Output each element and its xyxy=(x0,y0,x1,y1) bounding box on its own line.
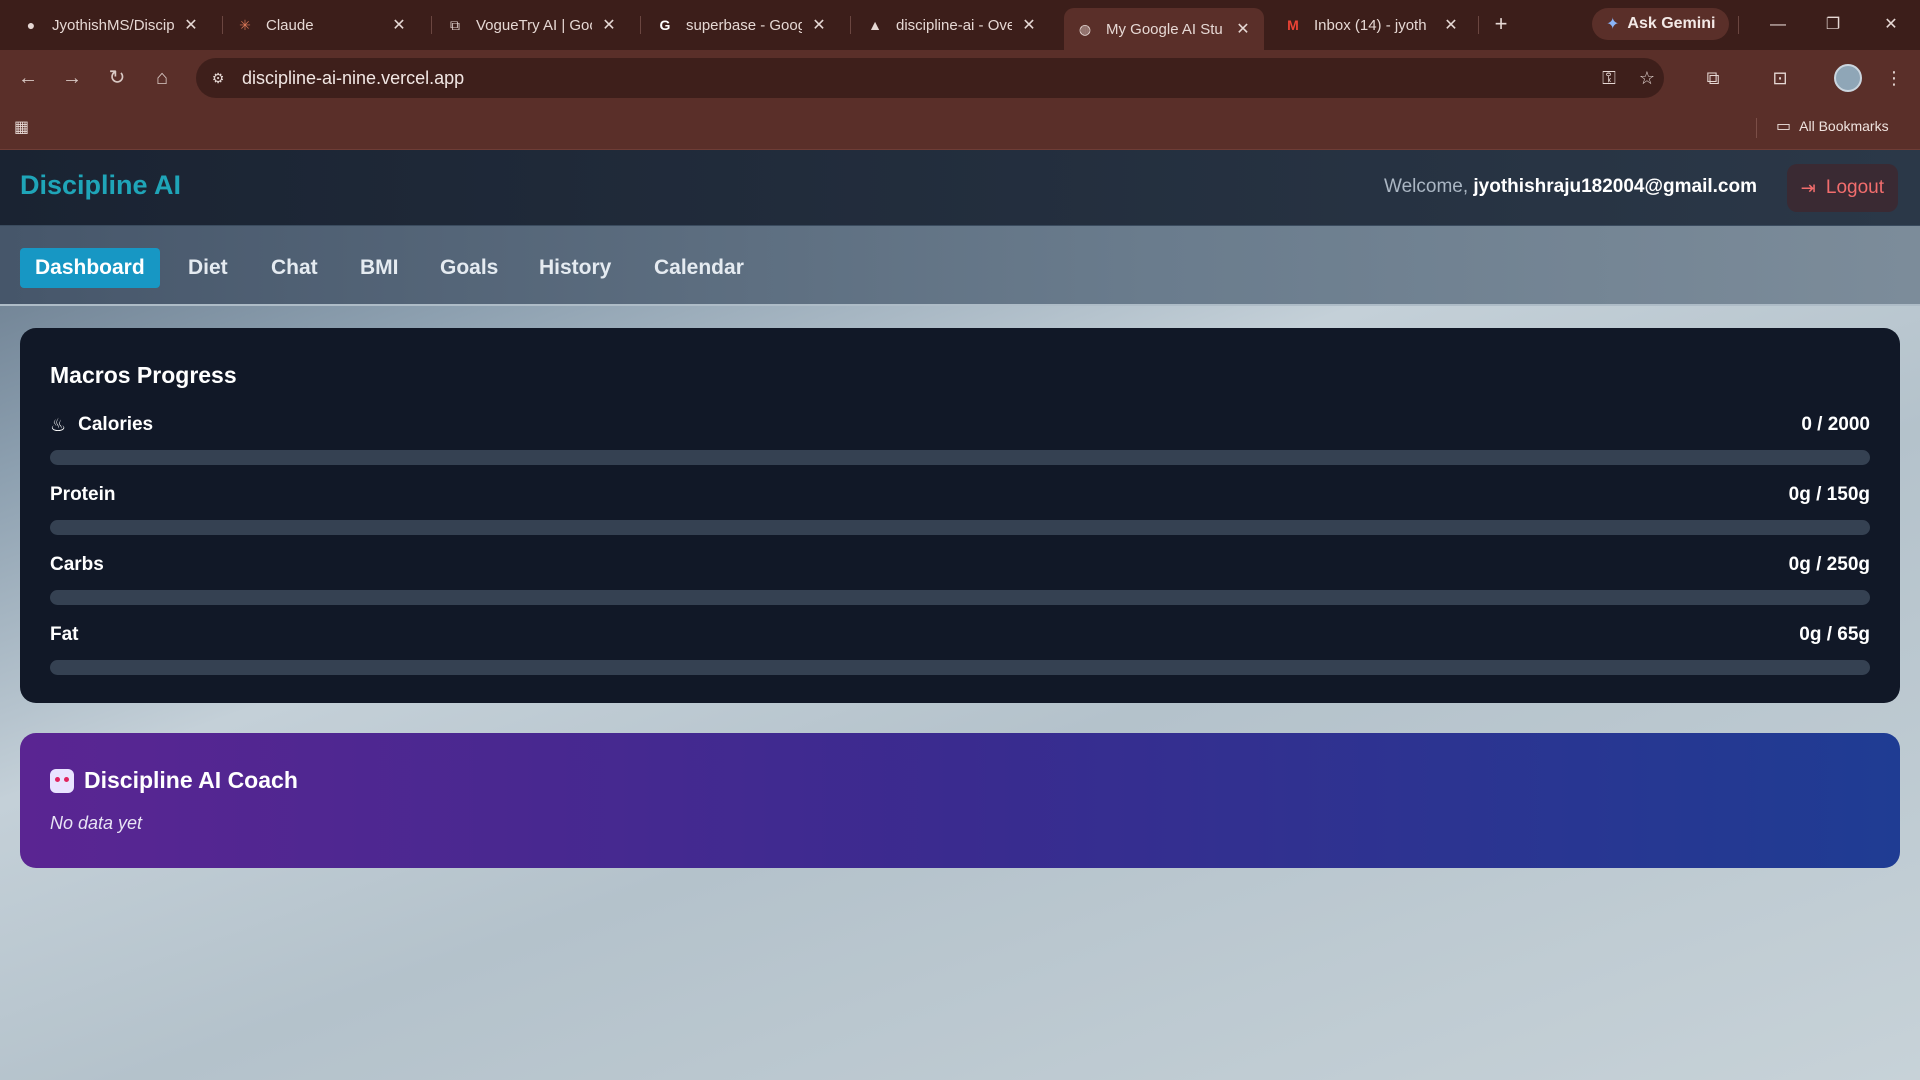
tab-title: superbase - Goog xyxy=(686,16,802,34)
all-bookmarks-label: All Bookmarks xyxy=(1799,118,1889,134)
macro-row-calories: ♨ Calories 0 / 2000 xyxy=(50,414,1870,465)
logout-button[interactable]: ⇥ Logout xyxy=(1786,164,1898,212)
logout-icon: ⇥ xyxy=(1800,177,1816,198)
coach-message: No data yet xyxy=(50,813,143,833)
tab-discipline-ai[interactable]: ▲ discipline-ai - Ove ✕ xyxy=(854,8,1050,42)
tab-github[interactable]: ● JyothishMS/Discip ✕ xyxy=(10,8,212,42)
folder-icon: ▭ xyxy=(1776,118,1792,135)
back-icon[interactable]: ← xyxy=(14,64,42,92)
welcome-prefix: Welcome, xyxy=(1384,176,1469,197)
ask-gemini-label: Ask Gemini xyxy=(1627,15,1716,32)
coach-title-text: Discipline AI Coach xyxy=(84,767,298,793)
address-bar[interactable]: ⚙ discipline-ai-nine.vercel.app ⚿ ☆ xyxy=(196,58,1664,98)
tab-google-ai-studio[interactable]: ◍ My Google AI Stu ✕ xyxy=(1064,8,1264,50)
close-icon[interactable]: ✕ xyxy=(600,15,618,35)
gemini-icon: ✦ xyxy=(1606,16,1620,33)
macros-title: Macros Progress xyxy=(50,362,237,388)
close-window-icon[interactable]: ✕ xyxy=(1876,10,1906,40)
profile-avatar[interactable] xyxy=(1834,64,1862,92)
macro-value: 0 / 2000 xyxy=(1801,414,1870,435)
macro-progress-bar xyxy=(50,660,1870,675)
macro-progress-bar xyxy=(50,450,1870,465)
tab-claude[interactable]: ✳ Claude ✕ xyxy=(224,8,420,42)
browser-toolbar: ← → ↻ ⌂ ⚙ discipline-ai-nine.vercel.app … xyxy=(0,50,1920,106)
macro-label-text: Calories xyxy=(78,414,154,435)
macro-label: Protein xyxy=(50,484,116,505)
macro-label: ♨ Calories xyxy=(50,414,153,436)
minimize-icon[interactable]: — xyxy=(1763,10,1793,40)
macro-label: Fat xyxy=(50,624,79,645)
google-icon: G xyxy=(659,17,671,33)
github-icon: ● xyxy=(26,17,36,33)
tab-bmi[interactable]: BMI xyxy=(345,248,414,288)
new-tab-button[interactable]: + xyxy=(1488,12,1514,38)
macro-value: 0g / 65g xyxy=(1799,624,1870,645)
globe-icon: ◍ xyxy=(1078,20,1092,37)
password-key-icon[interactable]: ⚿ xyxy=(1598,67,1620,89)
main-nav: Dashboard Diet Chat BMI Goals History Ca… xyxy=(0,226,1920,306)
gmail-icon: M xyxy=(1287,17,1299,33)
close-icon[interactable]: ✕ xyxy=(1020,15,1038,35)
tab-gmail[interactable]: M Inbox (14) - jyoth ✕ xyxy=(1272,8,1472,42)
tab-title: Claude xyxy=(266,16,314,34)
tab-title: Inbox (14) - jyoth xyxy=(1314,16,1427,34)
url-text[interactable]: discipline-ai-nine.vercel.app xyxy=(242,68,464,89)
tab-history[interactable]: History xyxy=(524,248,626,288)
close-icon[interactable]: ✕ xyxy=(810,15,828,35)
ai-coach-card: Discipline AI Coach No data yet xyxy=(20,733,1900,868)
site-settings-icon[interactable]: ⚙ xyxy=(208,68,228,88)
home-icon[interactable]: ⌂ xyxy=(148,64,176,92)
macro-row-fat: Fat 0g / 65g xyxy=(50,624,1870,675)
close-icon[interactable]: ✕ xyxy=(182,15,200,35)
browser-tab-bar: ● JyothishMS/Discip ✕ ✳ Claude ✕ ⧉ Vogue… xyxy=(0,0,1920,50)
macro-progress-bar xyxy=(50,520,1870,535)
tab-search-icon[interactable]: ⊡ xyxy=(1766,64,1794,92)
close-icon[interactable]: ✕ xyxy=(1234,19,1252,39)
vercel-icon: ▲ xyxy=(868,17,882,33)
macro-row-protein: Protein 0g / 150g xyxy=(50,484,1870,535)
brand-logo[interactable]: Discipline AI xyxy=(20,170,181,201)
tab-title: discipline-ai - Ove xyxy=(896,16,1012,34)
restore-icon[interactable]: ❐ xyxy=(1818,10,1848,40)
app-viewport: Discipline AI Welcome, jyothishraju18200… xyxy=(0,150,1920,1080)
close-icon[interactable]: ✕ xyxy=(390,15,408,35)
macro-progress-bar xyxy=(50,590,1870,605)
macro-value: 0g / 250g xyxy=(1788,554,1870,575)
welcome-text: Welcome, jyothishraju182004@gmail.com xyxy=(1384,176,1757,198)
tab-title: JyothishMS/Discip xyxy=(52,16,174,34)
forward-icon[interactable]: → xyxy=(58,64,86,92)
tab-title: My Google AI Stu xyxy=(1106,20,1223,38)
bookmark-star-icon[interactable]: ☆ xyxy=(1636,67,1658,89)
external-link-icon: ⧉ xyxy=(450,16,460,33)
tab-voguetry[interactable]: ⧉ VogueTry AI | Goo ✕ xyxy=(434,8,630,42)
menu-kebab-icon[interactable]: ⋮ xyxy=(1880,64,1908,92)
reload-icon[interactable]: ↻ xyxy=(103,64,131,92)
tab-chat[interactable]: Chat xyxy=(256,248,333,288)
logout-label: Logout xyxy=(1825,177,1884,198)
macro-value: 0g / 150g xyxy=(1788,484,1870,505)
robot-icon xyxy=(50,768,74,793)
tab-calendar[interactable]: Calendar xyxy=(639,248,759,288)
macro-row-carbs: Carbs 0g / 250g xyxy=(50,554,1870,605)
macro-label: Carbs xyxy=(50,554,104,575)
tab-goals[interactable]: Goals xyxy=(425,248,513,288)
tab-superbase[interactable]: G superbase - Goog ✕ xyxy=(644,8,840,42)
tab-diet[interactable]: Diet xyxy=(173,248,243,288)
extensions-icon[interactable]: ⧉ xyxy=(1699,64,1727,92)
macros-progress-card: Macros Progress ♨ Calories 0 / 2000 Prot… xyxy=(20,328,1900,703)
bookmarks-bar: ▦ ▭ All Bookmarks xyxy=(0,106,1920,150)
tab-title: VogueTry AI | Goo xyxy=(476,16,592,34)
coach-title: Discipline AI Coach xyxy=(50,767,298,794)
ask-gemini-button[interactable]: ✦ Ask Gemini xyxy=(1592,8,1730,40)
flame-icon: ♨ xyxy=(50,414,67,435)
close-icon[interactable]: ✕ xyxy=(1442,15,1460,35)
apps-grid-icon[interactable]: ▦ xyxy=(14,118,34,138)
claude-icon: ✳ xyxy=(239,16,251,33)
tab-dashboard[interactable]: Dashboard xyxy=(20,248,160,288)
user-email: jyothishraju182004@gmail.com xyxy=(1473,176,1757,197)
app-header: Discipline AI Welcome, jyothishraju18200… xyxy=(0,150,1920,226)
all-bookmarks-button[interactable]: ▭ All Bookmarks xyxy=(1776,116,1889,136)
